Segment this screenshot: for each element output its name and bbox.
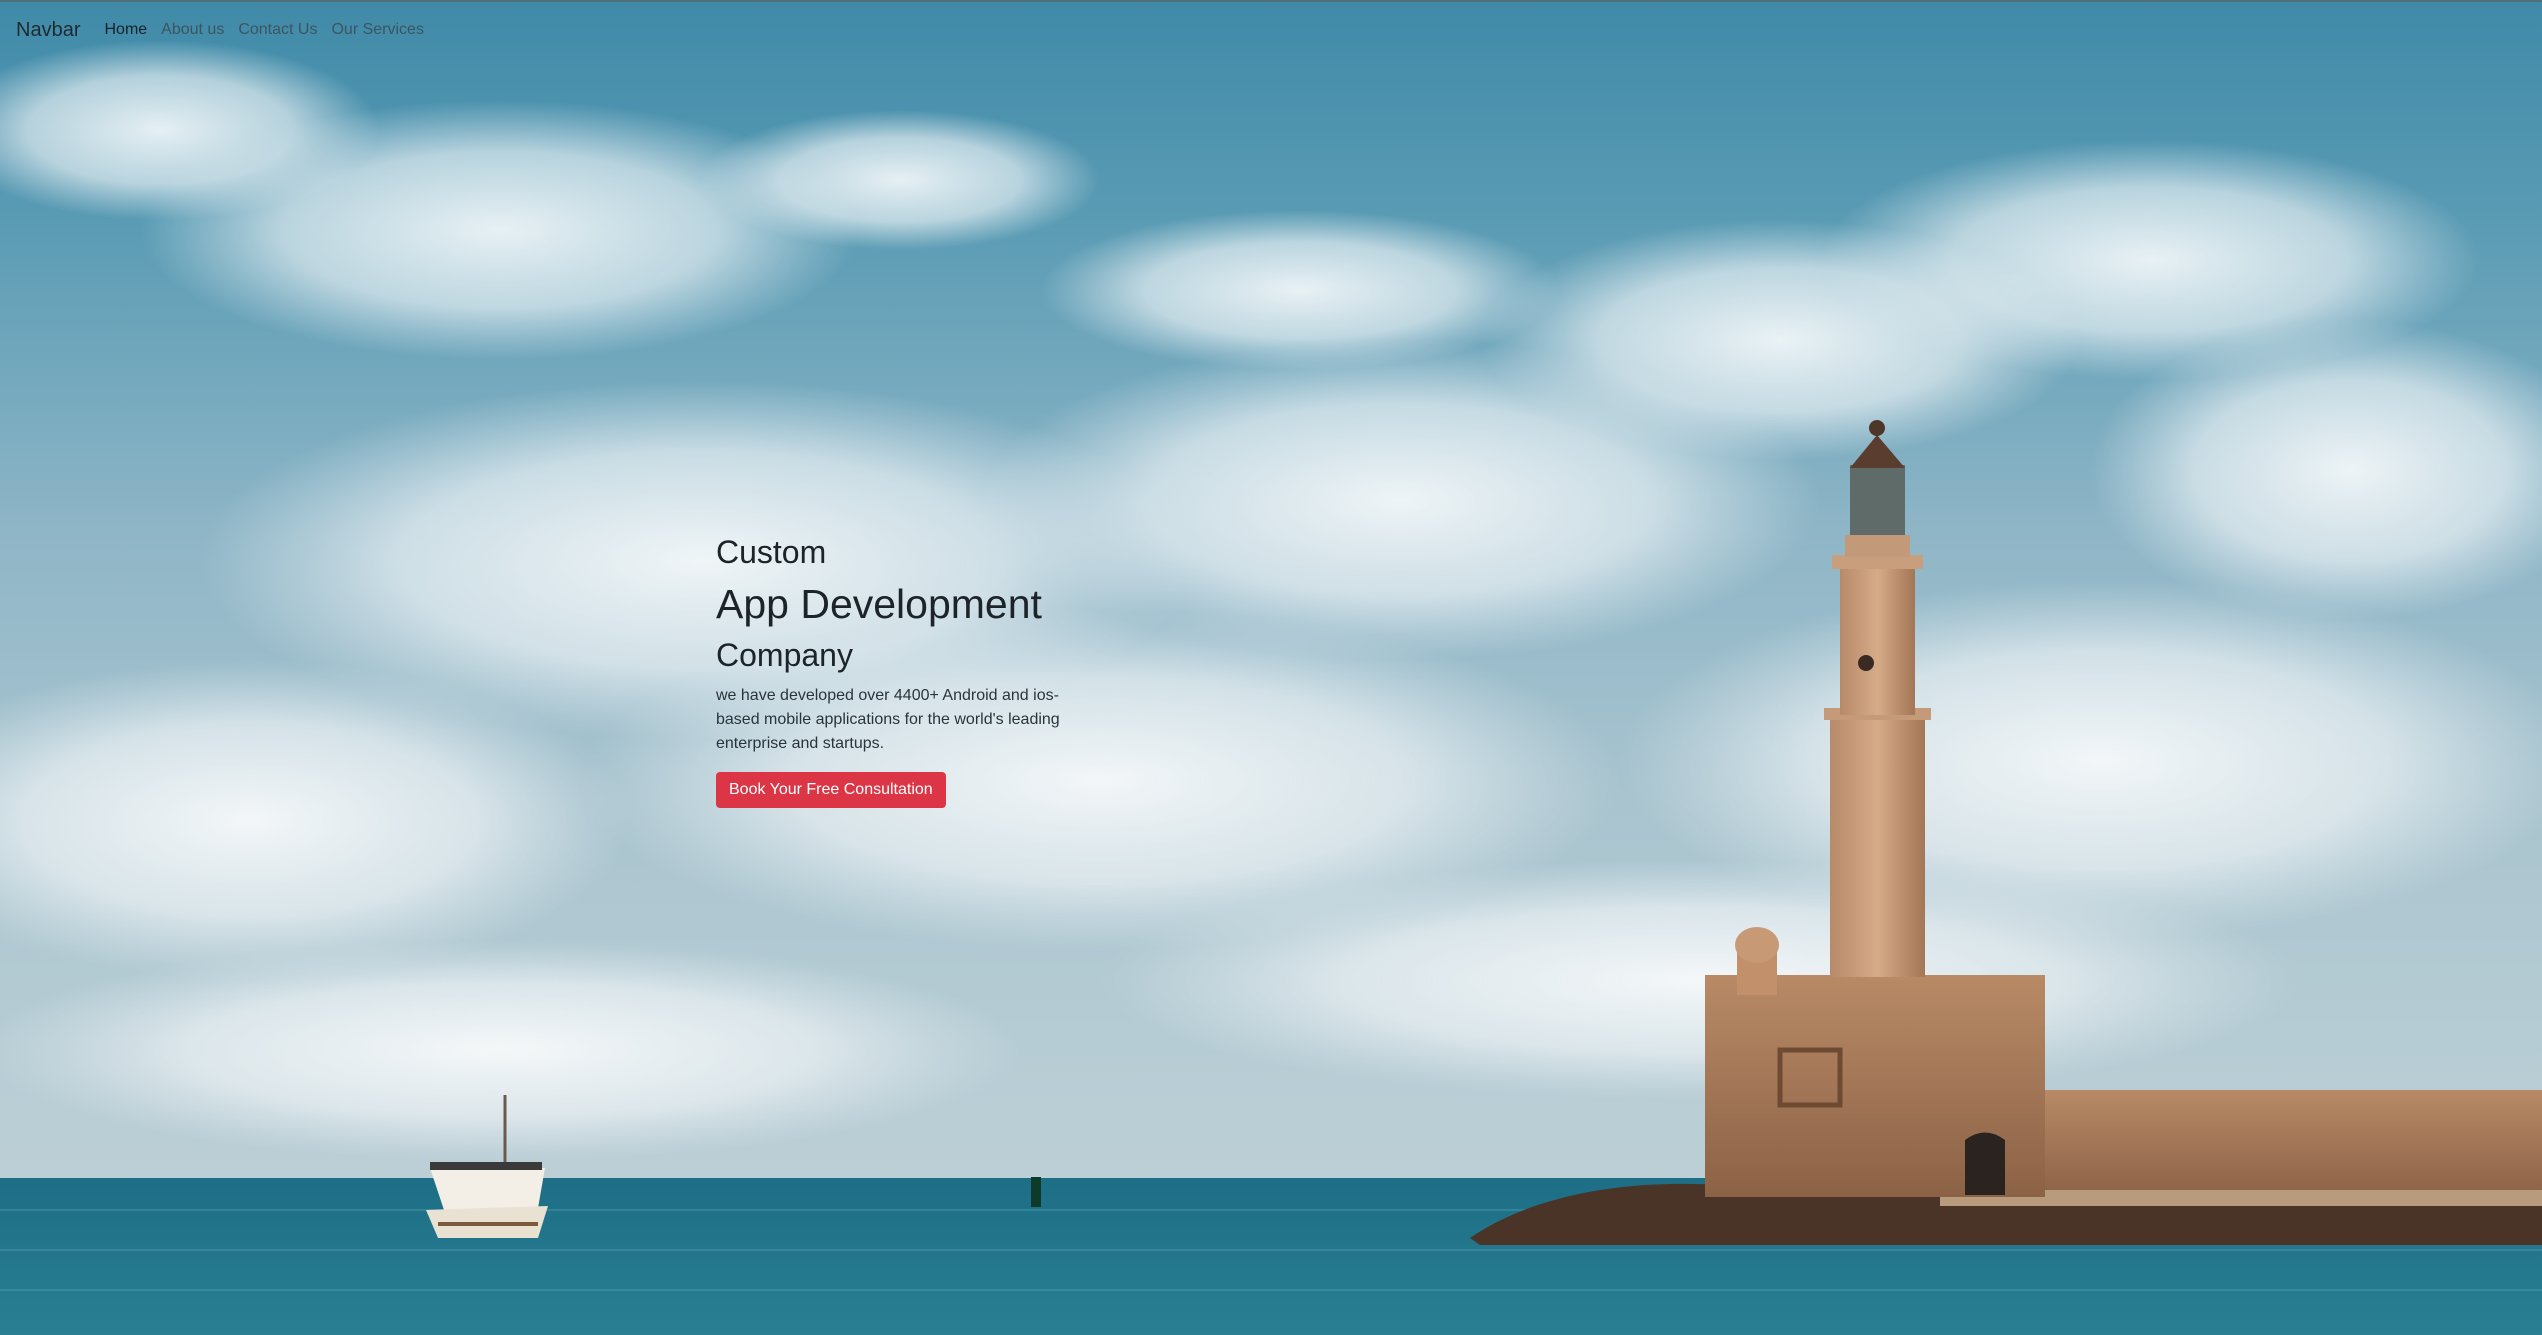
hero-description: we have developed over 4400+ Android and… <box>716 687 1060 752</box>
clouds <box>0 40 2542 1160</box>
nav-link-home[interactable]: Home <box>104 21 147 39</box>
buoy <box>1031 1177 1041 1207</box>
pier-wall <box>2040 1090 2542 1198</box>
hero-heading-line-1: Custom <box>716 534 827 570</box>
hero-section: Navbar Home About us Contact Us Our Serv… <box>0 0 2542 1335</box>
book-consultation-button[interactable]: Book Your Free Consultation <box>716 772 946 808</box>
lighthouse <box>1824 420 1931 977</box>
hero-background-image <box>0 40 2542 1335</box>
nav-link-about-us[interactable]: About us <box>161 21 224 39</box>
hero-heading-line-3: Company <box>716 637 853 673</box>
navbar: Navbar Home About us Contact Us Our Serv… <box>0 0 2542 58</box>
hero-content: Custom App Development Company we have d… <box>716 528 1096 808</box>
navbar-brand[interactable]: Navbar <box>16 19 80 42</box>
hero-heading-line-2: App Development <box>716 581 1042 627</box>
nav-link-contact-us[interactable]: Contact Us <box>238 21 317 39</box>
nav-link-our-services[interactable]: Our Services <box>331 21 423 39</box>
